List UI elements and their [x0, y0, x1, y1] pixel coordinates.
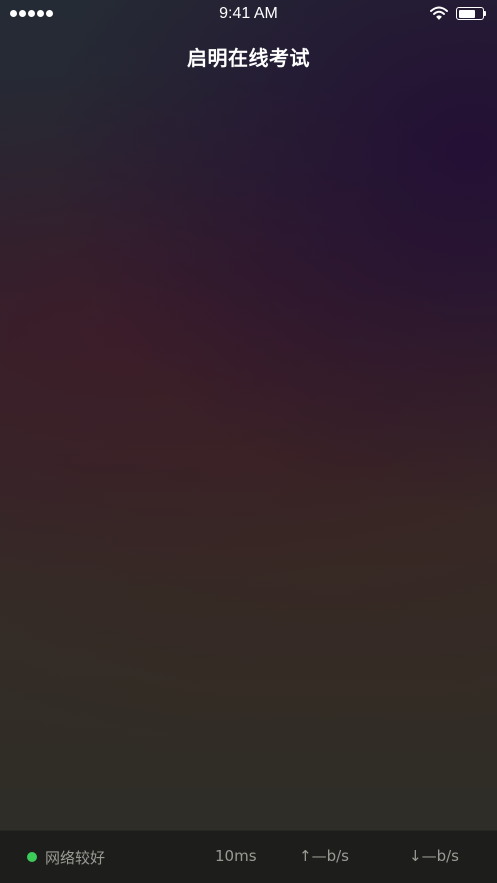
- app-screen: 9:41 AM 启明在线考试 网络较好 10ms ↑—b/s ↓—b/s: [0, 0, 497, 883]
- network-status-bar: 网络较好 10ms ↑—b/s ↓—b/s: [0, 830, 497, 883]
- status-time: 9:41 AM: [219, 5, 278, 22]
- upload-speed: ↑—b/s: [299, 847, 349, 865]
- status-bar: 9:41 AM: [0, 0, 497, 28]
- battery-tip: [484, 11, 486, 16]
- page-title: 启明在线考试: [187, 46, 310, 70]
- download-speed: ↓—b/s: [409, 847, 459, 865]
- battery-icon: [456, 7, 484, 20]
- wifi-icon: [430, 6, 448, 20]
- battery-fill: [458, 9, 476, 18]
- latency-value: 10ms: [215, 847, 257, 865]
- network-status-indicator: [27, 852, 37, 862]
- network-status-label: 网络较好: [45, 849, 106, 867]
